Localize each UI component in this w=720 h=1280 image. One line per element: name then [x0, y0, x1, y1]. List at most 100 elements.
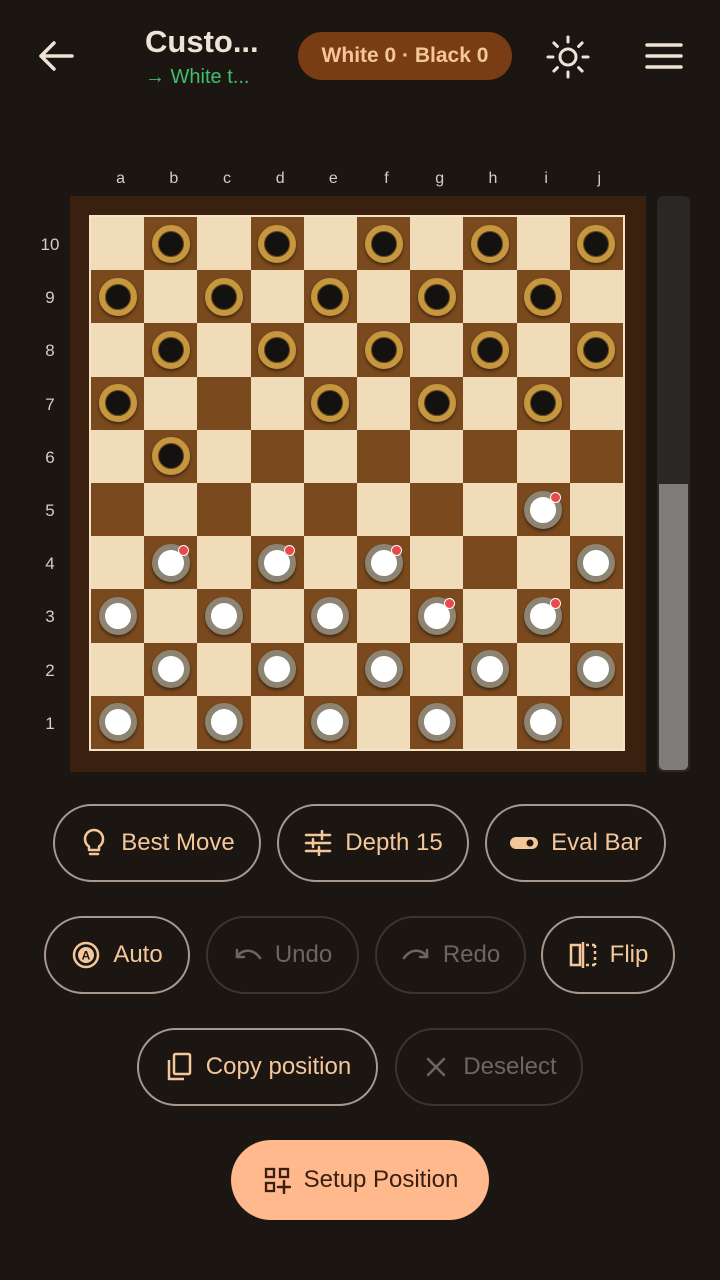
best-move-button[interactable]: Best Move: [53, 804, 261, 882]
black-piece[interactable]: [577, 224, 616, 263]
white-piece[interactable]: [577, 543, 616, 582]
board-square-d10[interactable]: [250, 217, 304, 271]
board-square-i1[interactable]: [516, 695, 570, 749]
black-piece[interactable]: [98, 277, 137, 316]
board-square-j6[interactable]: [569, 429, 623, 483]
board-square-b6[interactable]: [144, 429, 198, 483]
board-square-d8[interactable]: [250, 323, 304, 377]
board-square-e9[interactable]: [303, 270, 357, 324]
board-square-e3[interactable]: [303, 589, 357, 643]
black-piece[interactable]: [311, 277, 350, 316]
board-square-a1[interactable]: [91, 695, 145, 749]
board-square-a7[interactable]: [91, 376, 145, 430]
black-piece[interactable]: [258, 224, 297, 263]
board-square-j10[interactable]: [569, 217, 623, 271]
black-piece[interactable]: [151, 224, 190, 263]
board-square-c1[interactable]: [197, 695, 251, 749]
board-square-f8[interactable]: [357, 323, 411, 377]
board-square-f10[interactable]: [357, 217, 411, 271]
setup-position-button[interactable]: Setup Position: [231, 1140, 489, 1220]
board-square-c7[interactable]: [197, 376, 251, 430]
white-piece[interactable]: [470, 650, 509, 689]
white-piece[interactable]: [258, 650, 297, 689]
board-square-d6[interactable]: [250, 429, 304, 483]
board-square-j4[interactable]: [569, 536, 623, 590]
board-square-h4[interactable]: [463, 536, 517, 590]
black-piece[interactable]: [524, 384, 563, 423]
board-square-c5[interactable]: [197, 483, 251, 537]
black-piece[interactable]: [151, 437, 190, 476]
white-piece[interactable]: [204, 703, 243, 742]
board-square-h10[interactable]: [463, 217, 517, 271]
white-piece[interactable]: [524, 596, 563, 635]
white-piece[interactable]: [311, 703, 350, 742]
board-square-i3[interactable]: [516, 589, 570, 643]
white-piece[interactable]: [151, 650, 190, 689]
board-square-c9[interactable]: [197, 270, 251, 324]
black-piece[interactable]: [311, 384, 350, 423]
black-piece[interactable]: [151, 330, 190, 369]
board-square-g9[interactable]: [410, 270, 464, 324]
back-button[interactable]: [30, 32, 82, 80]
board-square-b8[interactable]: [144, 323, 198, 377]
white-piece[interactable]: [577, 650, 616, 689]
board-square-a9[interactable]: [91, 270, 145, 324]
board-square-g7[interactable]: [410, 376, 464, 430]
black-piece[interactable]: [98, 384, 137, 423]
board-square-e1[interactable]: [303, 695, 357, 749]
white-piece[interactable]: [524, 703, 563, 742]
board-square-b10[interactable]: [144, 217, 198, 271]
black-piece[interactable]: [577, 330, 616, 369]
board-square-h6[interactable]: [463, 429, 517, 483]
board-square-i5[interactable]: [516, 483, 570, 537]
black-piece[interactable]: [470, 224, 509, 263]
board-square-i7[interactable]: [516, 376, 570, 430]
menu-button[interactable]: [640, 34, 688, 78]
white-piece[interactable]: [417, 596, 456, 635]
black-piece[interactable]: [417, 384, 456, 423]
black-piece[interactable]: [417, 277, 456, 316]
board-square-a3[interactable]: [91, 589, 145, 643]
redo-button[interactable]: Redo: [375, 916, 526, 994]
board-square-j8[interactable]: [569, 323, 623, 377]
white-piece[interactable]: [98, 703, 137, 742]
black-piece[interactable]: [470, 330, 509, 369]
board-square-g1[interactable]: [410, 695, 464, 749]
board-square-d2[interactable]: [250, 642, 304, 696]
board-square-g3[interactable]: [410, 589, 464, 643]
board-square-j2[interactable]: [569, 642, 623, 696]
board-square-b4[interactable]: [144, 536, 198, 590]
white-piece[interactable]: [204, 596, 243, 635]
board-square-e7[interactable]: [303, 376, 357, 430]
board-square-d4[interactable]: [250, 536, 304, 590]
board-square-h8[interactable]: [463, 323, 517, 377]
board-square-a5[interactable]: [91, 483, 145, 537]
deselect-button[interactable]: Deselect: [395, 1028, 583, 1106]
flip-board-button[interactable]: Flip: [541, 916, 675, 994]
board-square-g5[interactable]: [410, 483, 464, 537]
white-piece[interactable]: [364, 543, 403, 582]
white-piece[interactable]: [98, 596, 137, 635]
black-piece[interactable]: [364, 330, 403, 369]
copy-position-button[interactable]: Copy position: [137, 1028, 378, 1106]
black-piece[interactable]: [524, 277, 563, 316]
board-square-c3[interactable]: [197, 589, 251, 643]
board-square-f4[interactable]: [357, 536, 411, 590]
black-piece[interactable]: [364, 224, 403, 263]
board-square-i9[interactable]: [516, 270, 570, 324]
eval-bar-toggle-button[interactable]: Eval Bar: [485, 804, 666, 882]
board-square-f2[interactable]: [357, 642, 411, 696]
board-square-f6[interactable]: [357, 429, 411, 483]
board-square-b2[interactable]: [144, 642, 198, 696]
black-piece[interactable]: [258, 330, 297, 369]
white-piece[interactable]: [151, 543, 190, 582]
white-piece[interactable]: [311, 596, 350, 635]
theme-toggle-button[interactable]: [541, 30, 595, 84]
board-square-e5[interactable]: [303, 483, 357, 537]
white-piece[interactable]: [364, 650, 403, 689]
white-piece[interactable]: [417, 703, 456, 742]
undo-button[interactable]: Undo: [206, 916, 359, 994]
depth-button[interactable]: Depth 15: [277, 804, 469, 882]
auto-button[interactable]: A Auto: [44, 916, 190, 994]
white-piece[interactable]: [524, 490, 563, 529]
